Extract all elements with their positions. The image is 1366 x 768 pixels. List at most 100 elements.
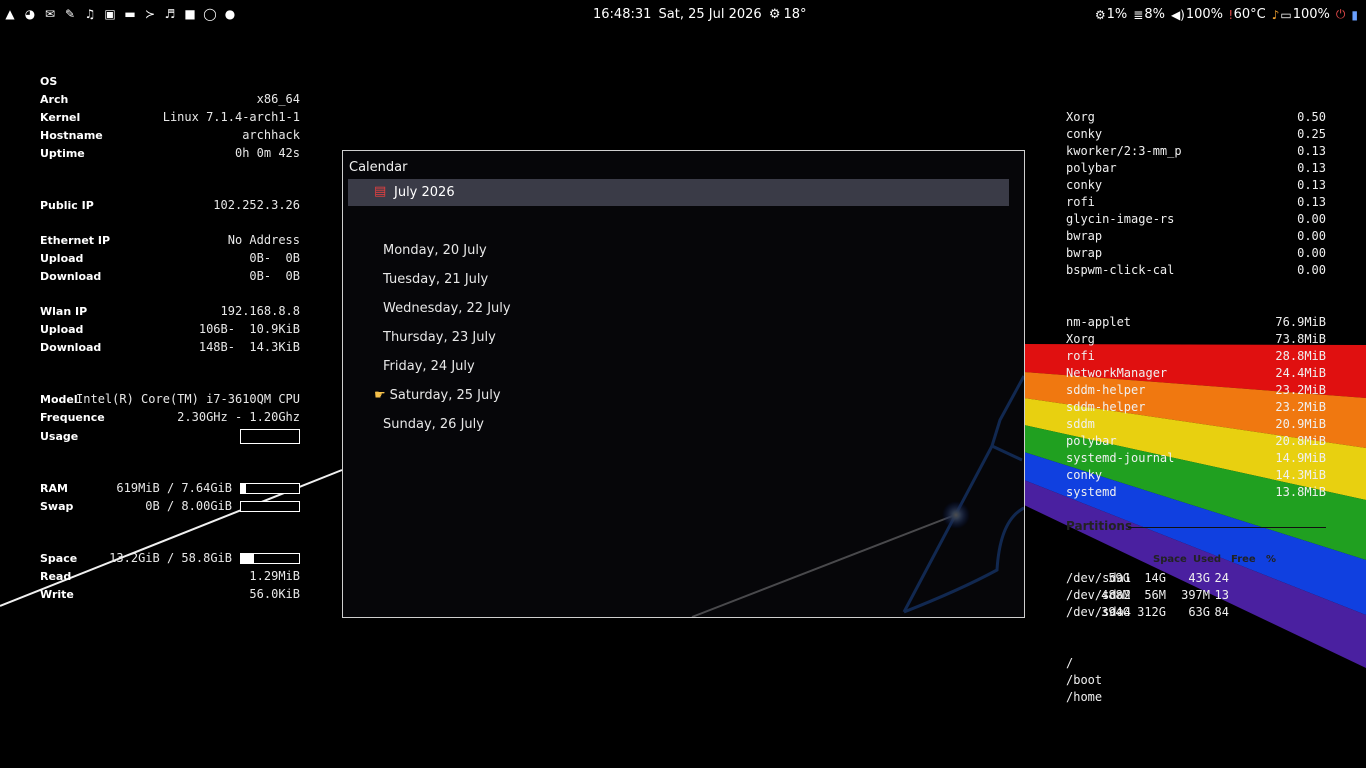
cpu-process-row: bwrap 0.00 (1066, 229, 1326, 246)
arch-value: x86_64 (256, 92, 300, 106)
calendar-day[interactable]: Tuesday, 21 July (383, 272, 488, 292)
swap-value: 0B / 8.00GiB (145, 499, 232, 513)
partition-used: 312G (1137, 605, 1166, 619)
calendar-day[interactable]: Sunday, 26 July (383, 417, 484, 437)
power-button[interactable]: ⏻ (1336, 7, 1346, 22)
terminal-icon[interactable]: ≻ (142, 6, 158, 22)
process-cpu-value: 0.00 (1297, 246, 1326, 260)
cpu-frequency-value: 2.30GHz - 1.20Ghz (177, 410, 300, 424)
top-bar: ▲ ◕ ✉ ✎ ♫ ▣ ▬ ≻ ♬ ■ ◯ ● 16:48:31 Sat, 25… (0, 0, 1366, 28)
calendar-day[interactable]: Monday, 20 July (383, 243, 487, 263)
whatsapp-icon[interactable]: ◯ (202, 6, 218, 22)
cpu-process-row: glycin-image-rs 0.00 (1066, 212, 1326, 229)
calendar-day-label: Thursday, 23 July (383, 330, 496, 345)
cpu-module[interactable]: ⚙ 1% (1095, 7, 1127, 22)
kernel-value: Linux 7.1.4-arch1-1 (162, 110, 300, 124)
partition-used: 56M (1144, 588, 1166, 602)
read-row: Read 1.29MiB (40, 569, 300, 585)
calendar-day-label: Friday, 24 July (383, 359, 475, 374)
process-name: NetworkManager (1066, 366, 1168, 380)
pipette-icon[interactable]: ✎ (62, 6, 78, 22)
ram-label: RAM (40, 482, 68, 495)
process-memory-value: 76.9MiB (1275, 315, 1326, 329)
spotify-icon[interactable]: ● (222, 6, 238, 22)
hostname-value: archhack (242, 128, 300, 142)
signal-module[interactable]: ▮ (1351, 8, 1358, 22)
calendar-day-label: Saturday, 25 July (389, 388, 501, 403)
cpu-process-row: bspwm-click-cal 0.00 (1066, 263, 1326, 280)
process-name: Xorg (1066, 110, 1095, 124)
temperature-module[interactable]: ǃ 60°C (1229, 7, 1266, 22)
pie-icon[interactable]: ◕ (22, 6, 38, 22)
partition-header-used: Used (1193, 554, 1222, 565)
write-label: Write (40, 588, 74, 601)
process-name: bspwm-click-cal (1066, 263, 1175, 277)
calendar-day[interactable]: Wednesday, 22 July (383, 301, 511, 321)
process-name: sddm-helper (1066, 383, 1146, 397)
process-memory-value: 20.9MiB (1275, 417, 1326, 431)
calendar-month-header[interactable]: ▤ July 2026 (348, 179, 1009, 206)
weather-temp: 18° (783, 7, 807, 22)
process-cpu-value: 0.00 (1297, 263, 1326, 277)
ethernet-upload-row: Upload 0B- 0B (40, 251, 300, 267)
calendar-popup[interactable]: Calendar ▤ July 2026 Monday, 20 July Tues… (342, 150, 1025, 618)
arch-logo-icon[interactable]: ▲ (2, 6, 18, 22)
music-note-icon[interactable]: ♫ (82, 6, 98, 22)
partition-row: /dev/sda4 394G 312G 63G 84 (1066, 605, 1326, 622)
process-name: conky (1066, 178, 1103, 192)
cpu-model-value: Intel(R) Core(TM) i7-3610QM CPU (76, 392, 300, 406)
ethernet-ip-value: No Address (227, 233, 300, 247)
signal-bars-icon: ▮ (1351, 7, 1358, 22)
mail-icon[interactable]: ✉ (42, 6, 58, 22)
wlan-upload-value: 106B- 10.9KiB (198, 322, 300, 336)
music-icon[interactable]: ♬ (162, 6, 178, 22)
ram-value: 619MiB / 7.64GiB (116, 481, 232, 495)
mount-point: /boot (1066, 673, 1103, 687)
swap-row: Swap 0B / 8.00GiB (40, 499, 300, 515)
process-name: bwrap (1066, 246, 1103, 260)
cpu-frequency-label: Frequence (40, 411, 105, 424)
public-ip-label: Public IP (40, 199, 94, 212)
process-name: bwrap (1066, 229, 1103, 243)
wlan-upload-label: Upload (40, 323, 84, 336)
wlan-download-label: Download (40, 341, 102, 354)
battery-module[interactable]: ♪ ▭ 100% (1272, 7, 1330, 22)
video-camera-icon[interactable]: ■ (182, 6, 198, 22)
hostname-row: Hostname archhack (40, 128, 300, 144)
process-cpu-value: 0.25 (1297, 127, 1326, 141)
kernel-row: Kernel Linux 7.1.4-arch1-1 (40, 110, 300, 126)
ethernet-upload-value: 0B- 0B (249, 251, 300, 265)
process-cpu-value: 0.13 (1297, 178, 1326, 192)
write-row: Write 56.0KiB (40, 587, 300, 603)
uptime-value: 0h 0m 42s (234, 146, 300, 160)
memory-process-row: Xorg 73.8MiB (1066, 332, 1326, 349)
partitions-title: Partitions (1066, 519, 1133, 533)
calendar-day[interactable]: Friday, 24 July (383, 359, 475, 379)
ram-bar-fill (241, 484, 246, 493)
folder-icon[interactable]: ▬ (122, 6, 138, 22)
calendar-day-today[interactable]: ☛ Saturday, 25 July (374, 388, 501, 408)
volume-module[interactable]: ◀) 100% (1171, 7, 1223, 22)
process-cpu-value: 0.00 (1297, 229, 1326, 243)
partition-free: 397M (1181, 588, 1210, 602)
process-memory-value: 23.2MiB (1275, 400, 1326, 414)
database-icon: ≣ (1133, 7, 1144, 22)
partition-free: 43G (1188, 571, 1210, 585)
process-memory-value: 20.8MiB (1275, 434, 1326, 448)
calendar-day[interactable]: Thursday, 23 July (383, 330, 496, 350)
thermometer-icon: ǃ (1229, 7, 1233, 22)
cpu-chip-icon: ⚙ (1094, 7, 1106, 22)
kernel-label: Kernel (40, 111, 81, 124)
calendar-day-label: Sunday, 26 July (383, 417, 484, 432)
calendar-day-label: Tuesday, 21 July (383, 272, 489, 287)
image-icon[interactable]: ▣ (102, 6, 118, 22)
clock-module[interactable]: 16:48:31 Sat, 25 Jul 2026 ⚙ 18° (593, 7, 810, 22)
read-label: Read (40, 570, 72, 583)
weather-gear-icon: ⚙ (768, 7, 781, 22)
speaker-icon: ◀) (1170, 7, 1185, 22)
partition-header-free: Free (1231, 554, 1256, 565)
process-name: systemd (1066, 485, 1117, 499)
process-memory-value: 13.8MiB (1275, 485, 1326, 499)
ethernet-download-label: Download (40, 270, 102, 283)
memory-module[interactable]: ≣ 8% (1133, 7, 1165, 22)
